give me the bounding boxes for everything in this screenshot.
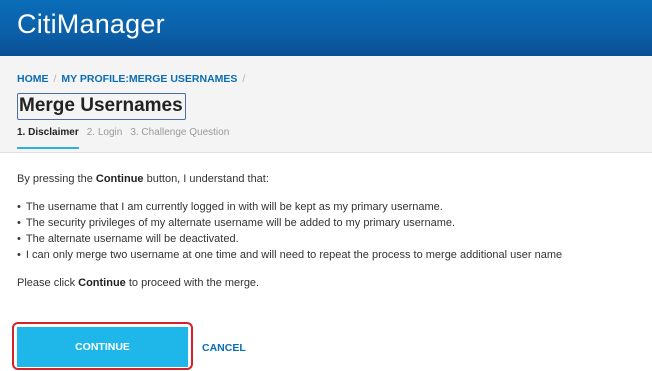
disclaimer-list: The username that I am currently logged … [17,199,652,263]
breadcrumb-home-link[interactable]: HOME [17,73,49,85]
continue-emphasis: Continue [78,277,126,289]
list-item: The security privileges of my alternate … [17,215,652,231]
step-challenge-question: 3. Challenge Question [130,127,230,138]
list-item: I can only merge two username at one tim… [17,247,652,263]
outro-text: Please click Continue to proceed with th… [17,277,260,289]
disclaimer-content: By pressing the Continue button, I under… [17,173,652,289]
app-title: CitiManager [17,9,165,39]
breadcrumb-separator: / [53,73,57,85]
breadcrumb-current-link[interactable]: MY PROFILE:MERGE USERNAMES [61,73,237,85]
list-item: The alternate username will be deactivat… [17,231,652,247]
continue-button[interactable]: CONTINUE [17,327,188,367]
list-item: The username that I am currently logged … [17,199,652,215]
intro-text: By pressing the Continue button, I under… [17,173,269,185]
page-title: Merge Usernames [17,93,186,120]
app-header: CitiManager [0,0,652,56]
step-login: 2. Login [86,127,123,138]
cancel-button[interactable]: CANCEL [202,342,246,354]
continue-emphasis: Continue [95,173,144,185]
breadcrumb-separator: / [242,73,246,85]
step-disclaimer: 1. Disclaimer [17,127,79,149]
breadcrumb: HOME / MY PROFILE:MERGE USERNAMES / [17,73,250,85]
wizard-steps: 1. Disclaimer 2. Login 3. Challenge Ques… [17,127,237,149]
